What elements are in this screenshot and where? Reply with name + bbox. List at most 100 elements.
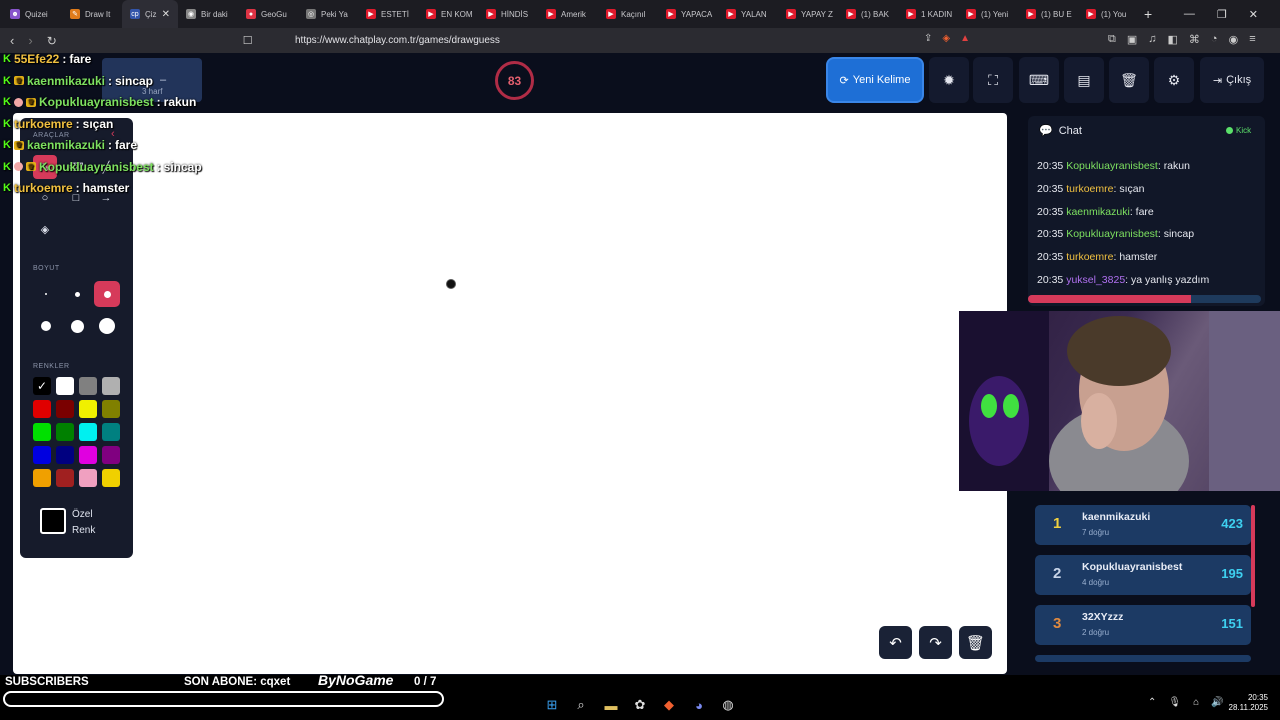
new-tab-button[interactable]: + xyxy=(1144,6,1152,22)
back-icon[interactable]: ‹ xyxy=(10,33,14,48)
delete-button[interactable]: 🗑 xyxy=(1109,57,1149,103)
vpn-icon[interactable]: ◉ xyxy=(1229,33,1239,46)
browser-tab[interactable]: ▶ (1) BU E xyxy=(1018,0,1078,28)
tab-close-icon[interactable]: ✕ xyxy=(162,9,170,20)
browser-tab[interactable]: ▶ EN KOM xyxy=(418,0,478,28)
volume-icon[interactable]: 🔊 xyxy=(1211,697,1223,708)
color-swatch[interactable] xyxy=(79,377,97,395)
clear-canvas-button[interactable]: 🗑 xyxy=(959,626,992,659)
fill-tool[interactable]: ◈ xyxy=(33,217,57,241)
music-icon[interactable]: ♫ xyxy=(1148,33,1156,46)
network-icon[interactable]: ⌂ xyxy=(1193,697,1199,708)
screenshot-icon[interactable]: ▣ xyxy=(1127,33,1137,46)
browser-tab[interactable]: ● GeoGu xyxy=(238,0,298,28)
keyboard-button[interactable]: ⌨ xyxy=(1019,57,1059,103)
sidebar-icon[interactable]: ◧ xyxy=(1168,33,1178,46)
new-word-button[interactable]: ⟳ Yeni Kelime xyxy=(826,57,924,103)
color-swatch[interactable] xyxy=(56,377,74,395)
share-icon[interactable]: ⇪ xyxy=(924,33,932,44)
minimize-icon[interactable]: — xyxy=(1184,8,1195,20)
clock-date: 28.11.2025 xyxy=(1228,703,1268,712)
color-swatch[interactable] xyxy=(56,446,74,464)
chatgpt-icon[interactable]: ✿ xyxy=(630,695,650,715)
color-swatch[interactable] xyxy=(56,423,74,441)
size-2[interactable] xyxy=(64,281,90,307)
windows-start-icon[interactable]: ⊞ xyxy=(542,695,562,715)
browser-tab[interactable]: ▶ Kaçınıl xyxy=(598,0,658,28)
color-swatch[interactable] xyxy=(102,469,120,487)
search-icon[interactable]: ⌕ xyxy=(571,695,591,715)
microphone-icon[interactable]: 🎙 xyxy=(1168,697,1181,708)
url-field[interactable]: https://www.chatplay.com.tr/games/drawgu… xyxy=(268,31,968,49)
size-6[interactable] xyxy=(94,313,120,339)
wallet-icon[interactable]: ◔ xyxy=(1211,33,1218,46)
kick-badge-icon: K xyxy=(3,74,11,87)
color-swatch[interactable] xyxy=(102,400,120,418)
color-swatch[interactable] xyxy=(102,423,120,441)
theme-button[interactable]: ✹ xyxy=(929,57,969,103)
rewards-icon[interactable]: ▲ xyxy=(960,33,970,44)
translate-icon[interactable]: ⌘ xyxy=(1189,33,1200,46)
exit-button[interactable]: ⇥ Çıkış xyxy=(1200,57,1264,103)
forward-icon[interactable]: › xyxy=(28,33,32,48)
color-swatch[interactable] xyxy=(79,400,97,418)
browser-tab[interactable]: ▶ YAPAY Z xyxy=(778,0,838,28)
browser-tab[interactable]: ▶ (1) You xyxy=(1078,0,1138,28)
browser-tab[interactable]: ▶ YALAN xyxy=(718,0,778,28)
color-swatch[interactable] xyxy=(33,469,51,487)
browser-tab[interactable]: ▶ ESTETİ xyxy=(358,0,418,28)
color-swatch[interactable] xyxy=(79,446,97,464)
browser-tab[interactable]: ▶ 1 KADIN xyxy=(898,0,958,28)
brand-logo: ByNoGame xyxy=(318,672,394,688)
browser-tab[interactable]: ▶ HİNDİS xyxy=(478,0,538,28)
browser-tab[interactable]: ▶ YAPACA xyxy=(658,0,718,28)
custom-color-swatch[interactable] xyxy=(40,508,66,534)
color-swatch[interactable] xyxy=(33,446,51,464)
chat-message: 20:35 turkoemre: sıçan xyxy=(1037,182,1145,195)
file-explorer-icon[interactable]: ▬ xyxy=(601,695,621,715)
webcam-image xyxy=(959,311,1280,491)
color-swatch[interactable]: ✓ xyxy=(33,377,51,395)
color-swatch[interactable] xyxy=(79,469,97,487)
color-swatch[interactable] xyxy=(56,469,74,487)
size-1[interactable] xyxy=(33,281,59,307)
overlay-message: hamster xyxy=(82,181,130,195)
color-swatch[interactable] xyxy=(102,446,120,464)
leaderboard-scrollbar[interactable] xyxy=(1251,505,1255,607)
system-clock[interactable]: 20:35 28.11.2025 xyxy=(1228,693,1268,713)
discord-icon[interactable]: ◕ xyxy=(689,695,709,715)
browser-tab[interactable]: ☻ Quizei xyxy=(2,0,62,28)
browser-tab[interactable]: cp Çiz ✕ xyxy=(122,0,178,28)
color-swatch[interactable] xyxy=(33,423,51,441)
redo-button[interactable]: ↷ xyxy=(919,626,952,659)
size-4[interactable] xyxy=(33,313,59,339)
menu-icon[interactable]: ≡ xyxy=(1249,33,1255,46)
fullscreen-button[interactable]: ⛶ xyxy=(973,57,1013,103)
browser-tab[interactable]: ▶ (1) Yeni xyxy=(958,0,1018,28)
archive-button[interactable]: ▤ xyxy=(1064,57,1104,103)
bookmark-icon[interactable]: ☐ xyxy=(243,34,253,47)
size-5[interactable] xyxy=(64,313,90,339)
close-icon[interactable]: ✕ xyxy=(1249,8,1258,21)
crown-badge-icon: ♛ xyxy=(25,162,36,171)
tray-chevron-icon[interactable]: ⌃ xyxy=(1148,697,1156,708)
browser-tab[interactable]: ◉ Bir daki xyxy=(178,0,238,28)
browser-tab[interactable]: ▶ (1) BAK xyxy=(838,0,898,28)
drawing-canvas[interactable] xyxy=(13,113,1007,674)
restore-icon[interactable]: ❐ xyxy=(1217,8,1227,21)
browser-tab[interactable]: ▶ Amerik xyxy=(538,0,598,28)
settings-button[interactable]: ⚙ xyxy=(1154,57,1194,103)
brave-shield-icon[interactable]: ◈ xyxy=(942,33,950,44)
reload-icon[interactable]: ↻ xyxy=(47,34,57,48)
color-swatch[interactable] xyxy=(102,377,120,395)
app-icon[interactable]: ◍ xyxy=(718,695,738,715)
brave-icon[interactable]: ◆ xyxy=(659,695,679,715)
browser-tab[interactable]: ◎ Peki Ya xyxy=(298,0,358,28)
size-3[interactable] xyxy=(94,281,120,307)
color-swatch[interactable] xyxy=(79,423,97,441)
undo-button[interactable]: ↶ xyxy=(879,626,912,659)
color-swatch[interactable] xyxy=(56,400,74,418)
extensions-icon[interactable]: ⧉ xyxy=(1108,33,1116,46)
color-swatch[interactable] xyxy=(33,400,51,418)
browser-tab[interactable]: ✎ Draw It xyxy=(62,0,122,28)
